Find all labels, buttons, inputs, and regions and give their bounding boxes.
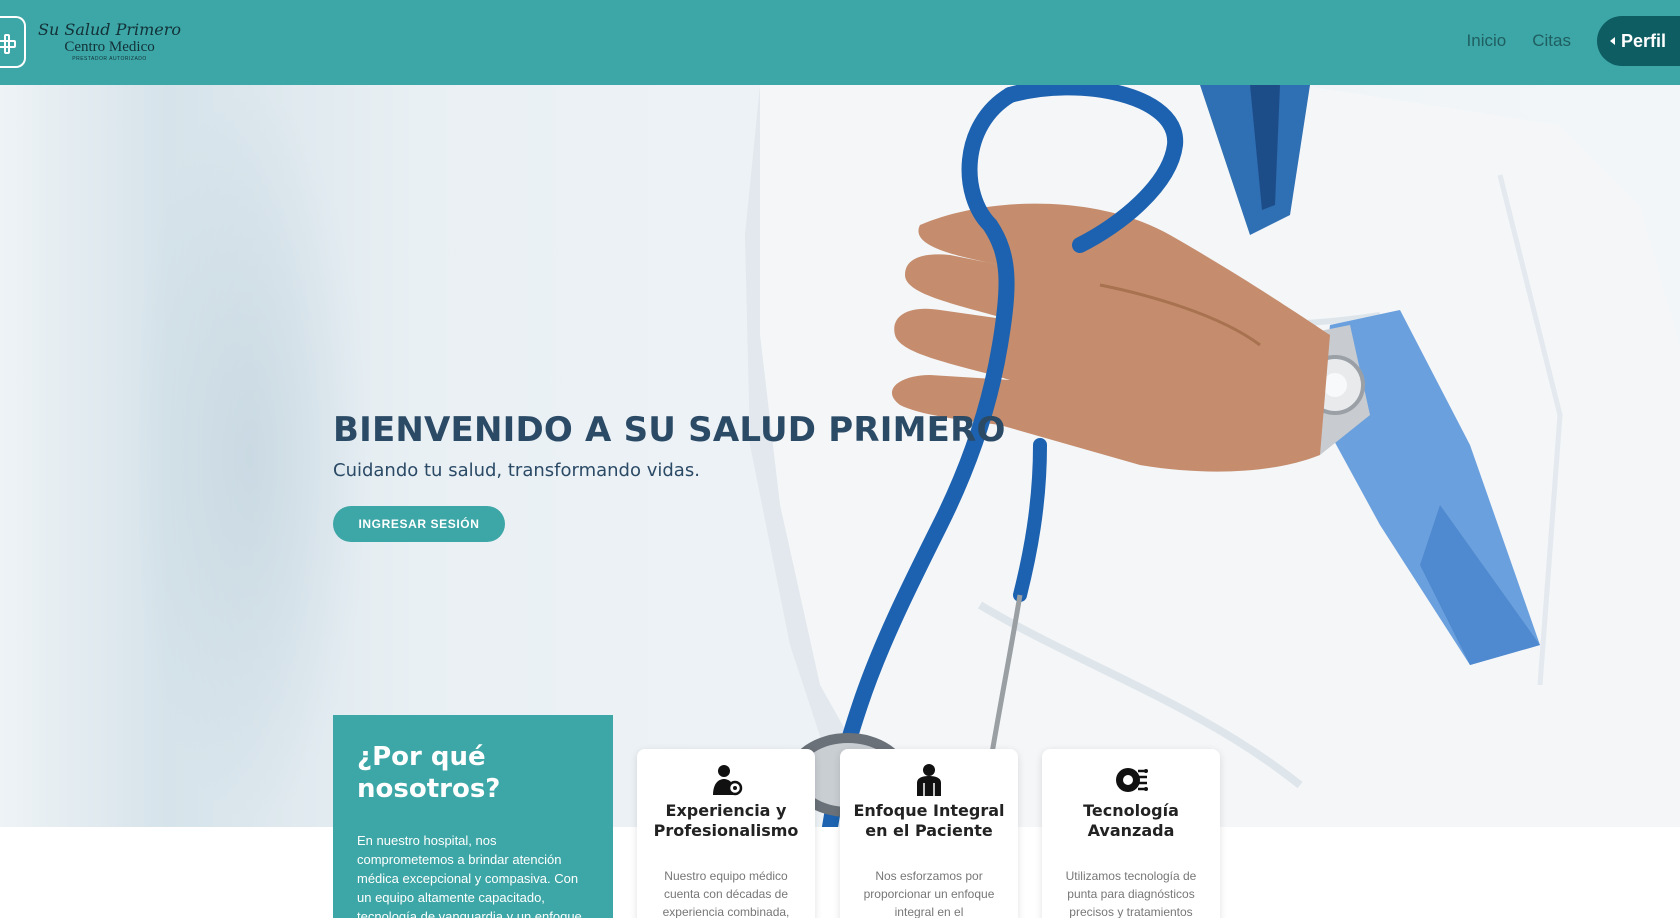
- hero-title: BIENVENIDO A SU SALUD PRIMERO: [333, 410, 1006, 450]
- hero-section: BIENVENIDO A SU SALUD PRIMERO Cuidando t…: [0, 85, 1680, 827]
- nav-link-citas[interactable]: Citas: [1532, 31, 1571, 51]
- profile-label: Perfil: [1620, 30, 1666, 51]
- feature-card-experience: Experiencia y Profesionalismo Nuestro eq…: [637, 749, 815, 918]
- feature-card-patient: Enfoque Integral en el Paciente Nos esfo…: [840, 749, 1018, 918]
- card-text: Nos esforzamos por proporcionar un enfoq…: [863, 869, 995, 918]
- hero-subtitle: Cuidando tu salud, transformando vidas.: [333, 460, 700, 481]
- feature-card-technology: Tecnología Avanzada Utilizamos tecnologí…: [1042, 749, 1220, 918]
- login-button[interactable]: INGRESAR SESIÓN: [333, 506, 505, 542]
- why-us-panel: ¿Por qué nosotros? En nuestro hospital, …: [333, 715, 613, 918]
- doctor-gear-icon: [713, 765, 743, 796]
- logo-main-line: Centro Medico: [64, 39, 155, 55]
- nav-link-inicio[interactable]: Inicio: [1467, 31, 1507, 51]
- card-title: Enfoque Integral en el Paciente: [853, 801, 1005, 840]
- nav-links: Inicio Citas Perfil: [1467, 16, 1680, 66]
- card-title: Tecnología Avanzada: [1083, 801, 1179, 840]
- cross-logo-icon: [0, 16, 26, 68]
- logo[interactable]: Su Salud Primero Centro Medico PRESTADOR…: [0, 12, 181, 72]
- doctor-image: [745, 85, 1680, 827]
- logo-small-line: PRESTADOR AUTORIZADO: [72, 56, 147, 62]
- card-text: Utilizamos tecnología de punta para diag…: [1065, 869, 1197, 918]
- patient-icon: [917, 764, 941, 796]
- technology-icon: [1116, 768, 1148, 792]
- profile-dropdown-button[interactable]: Perfil: [1596, 16, 1680, 66]
- card-text: Nuestro equipo médico cuenta con décadas…: [662, 869, 790, 918]
- logo-text: Su Salud Primero Centro Medico PRESTADOR…: [38, 22, 181, 62]
- caret-left-icon: [1609, 37, 1615, 45]
- logo-script-line: Su Salud Primero: [38, 20, 182, 39]
- why-us-text: En nuestro hospital, nos comprometemos a…: [357, 833, 582, 918]
- why-us-title: ¿Por qué nosotros?: [357, 742, 501, 804]
- navbar: Su Salud Primero Centro Medico PRESTADOR…: [0, 0, 1680, 85]
- card-title: Experiencia y Profesionalismo: [653, 801, 799, 840]
